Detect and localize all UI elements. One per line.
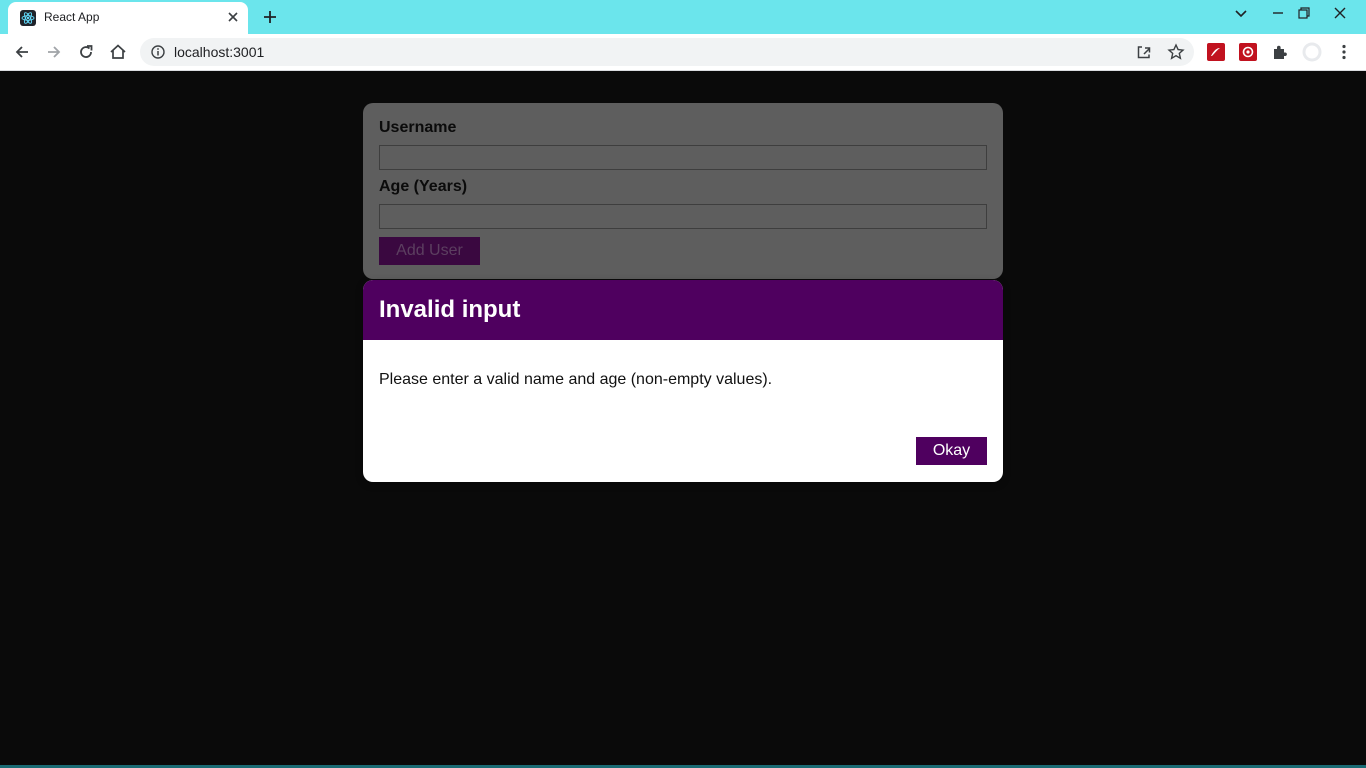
modal-message: Please enter a valid name and age (non-e… (379, 371, 773, 388)
age-input[interactable] (379, 204, 987, 229)
url-text: localhost:3001 (174, 44, 265, 60)
tab-search-icon[interactable] (1231, 3, 1251, 23)
username-input[interactable] (379, 145, 987, 170)
page-content: Username Age (Years) Add User Invalid in… (0, 71, 1366, 768)
modal-header: Invalid input (363, 280, 1003, 340)
kebab-menu-icon[interactable] (1334, 42, 1354, 62)
arrow-left-icon[interactable] (12, 42, 32, 62)
error-modal: Invalid input Please enter a valid name … (363, 280, 1003, 482)
tab-react-app[interactable]: React App (8, 2, 248, 34)
reload-icon[interactable] (76, 42, 96, 62)
window-close-icon[interactable] (1330, 3, 1350, 23)
close-icon[interactable] (224, 8, 242, 26)
tab-title: React App (44, 10, 100, 24)
share-icon[interactable] (1134, 42, 1154, 62)
home-icon[interactable] (108, 42, 128, 62)
star-icon[interactable] (1166, 42, 1186, 62)
info-icon[interactable] (150, 44, 166, 60)
add-user-button[interactable]: Add User (379, 237, 480, 265)
avatar-icon[interactable] (1302, 42, 1322, 62)
arrow-right-icon[interactable] (44, 42, 64, 62)
address-bar[interactable]: localhost:3001 (140, 38, 1194, 66)
react-logo-icon (20, 10, 36, 26)
add-user-form: Username Age (Years) Add User (363, 103, 1003, 279)
plus-icon[interactable] (260, 7, 280, 27)
extension-icon[interactable] (1238, 42, 1258, 62)
okay-button[interactable]: Okay (916, 437, 987, 465)
modal-title: Invalid input (379, 296, 521, 323)
age-label: Age (Years) (379, 178, 468, 195)
username-label: Username (379, 119, 457, 136)
minimize-icon[interactable] (1268, 3, 1288, 23)
browser-toolbar: localhost:3001 (0, 34, 1366, 71)
tab-strip: React App (0, 0, 1366, 34)
pdf-icon[interactable] (1206, 42, 1226, 62)
restore-icon[interactable] (1294, 3, 1314, 23)
puzzle-icon[interactable] (1270, 42, 1290, 62)
